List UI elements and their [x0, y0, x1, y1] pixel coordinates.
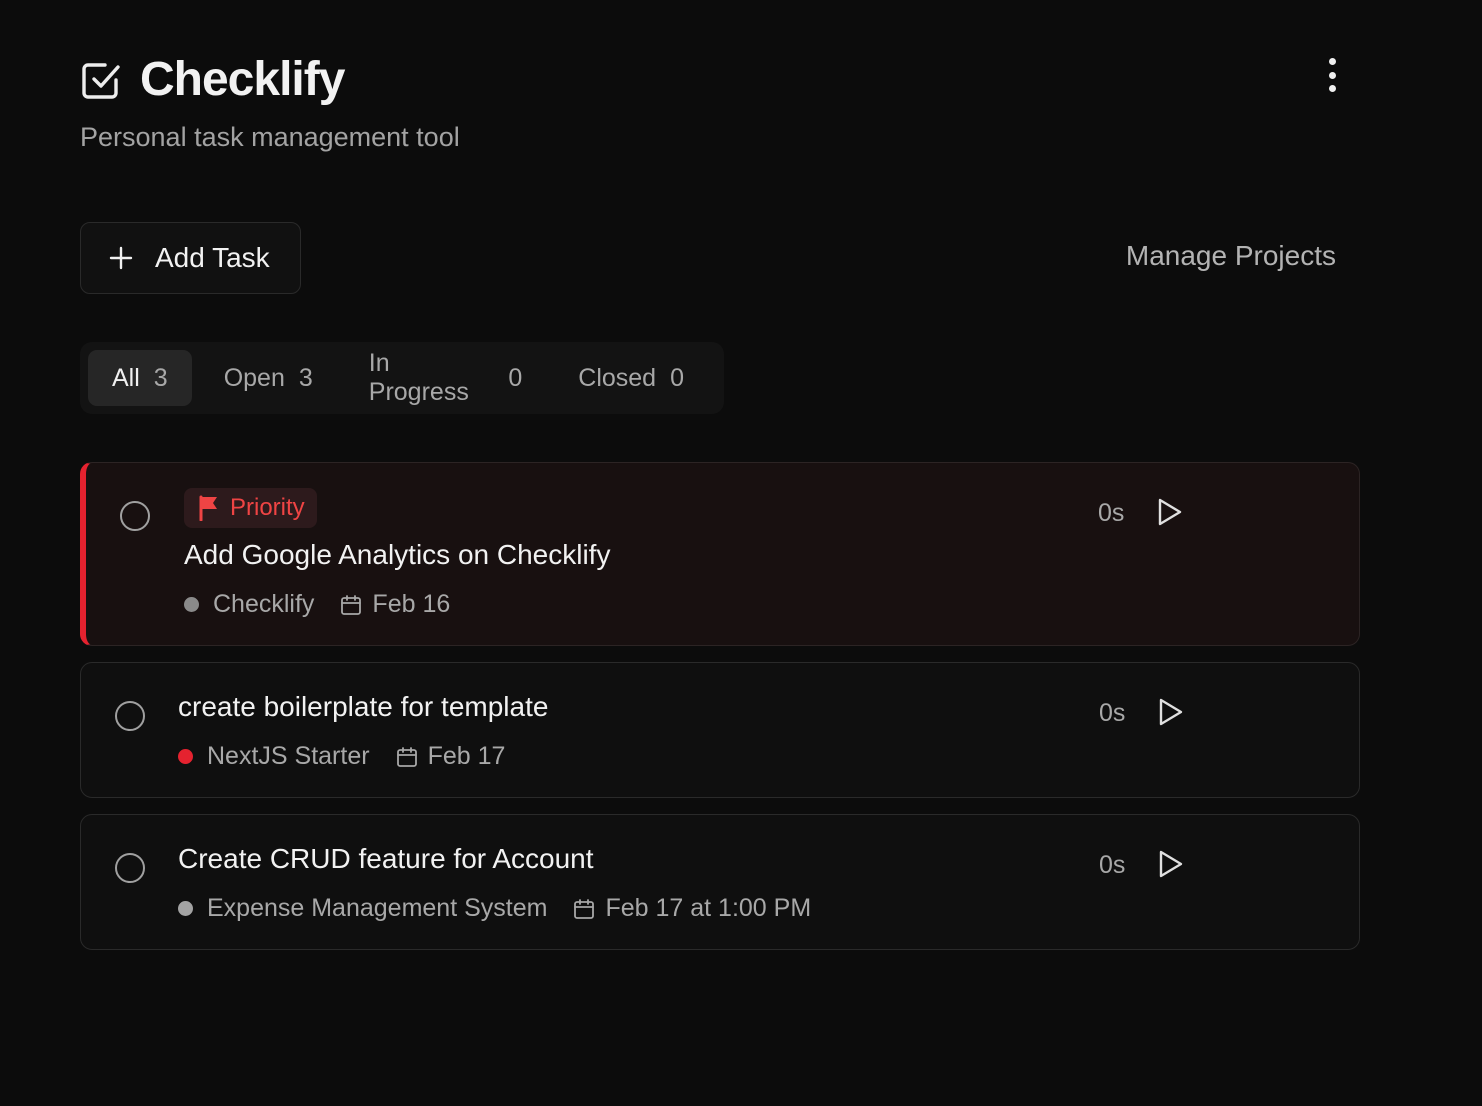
- calendar-icon: [396, 746, 417, 767]
- tab-all[interactable]: All 3: [88, 350, 192, 406]
- task-checkbox[interactable]: [120, 501, 150, 531]
- project-name: Expense Management System: [207, 894, 548, 922]
- more-vertical-icon[interactable]: [1316, 56, 1348, 94]
- priority-badge: Priority: [184, 488, 317, 528]
- due-date: Feb 17 at 1:00 PM: [605, 894, 812, 922]
- task-title[interactable]: Create CRUD feature for Account: [178, 843, 594, 875]
- project-color-dot: [184, 597, 199, 612]
- checkbox-square-icon: [80, 59, 122, 101]
- due-date: Feb 16: [372, 590, 451, 618]
- app-root: Checklify Personal task management tool …: [0, 0, 1482, 1106]
- app-header: Checklify: [80, 52, 345, 107]
- project-color-dot: [178, 901, 193, 916]
- task-title[interactable]: Add Google Analytics on Checklify: [184, 539, 610, 571]
- tab-label: In Progress: [368, 349, 469, 406]
- add-task-label: Add Task: [155, 242, 270, 273]
- task-checkbox[interactable]: [115, 853, 145, 883]
- tab-label: All: [112, 363, 140, 392]
- play-icon[interactable]: [1154, 497, 1184, 527]
- add-task-button[interactable]: Add Task: [80, 222, 301, 294]
- tab-in-progress[interactable]: In Progress 0: [345, 349, 546, 406]
- elapsed-time: 0s: [1098, 499, 1125, 527]
- play-icon[interactable]: [1155, 697, 1185, 727]
- calendar-icon: [341, 594, 362, 615]
- task-meta: NextJS Starter Feb 17: [178, 742, 505, 771]
- tab-open[interactable]: Open 3: [200, 350, 337, 406]
- task-checkbox[interactable]: [115, 701, 145, 731]
- task-title[interactable]: create boilerplate for template: [178, 691, 548, 723]
- elapsed-time: 0s: [1099, 699, 1126, 727]
- tab-closed[interactable]: Closed 0: [554, 350, 708, 406]
- project-color-dot: [178, 749, 193, 764]
- tab-count: 0: [508, 363, 523, 392]
- priority-label: Priority: [230, 494, 305, 521]
- task-meta: Checklify Feb 16: [184, 590, 450, 619]
- due-date: Feb 17: [427, 742, 506, 770]
- project-name: Checklify: [213, 590, 315, 618]
- task-card[interactable]: Create CRUD feature for Account Expense …: [80, 814, 1360, 950]
- plus-icon: [109, 246, 133, 270]
- tab-count: 3: [153, 363, 168, 392]
- app-title: Checklify: [140, 53, 345, 106]
- status-tabs: All 3 Open 3 In Progress 0 Closed 0: [80, 342, 724, 414]
- tab-label: Open: [223, 363, 285, 392]
- play-icon[interactable]: [1155, 849, 1185, 879]
- task-meta: Expense Management System Feb 17 at 1:00…: [178, 894, 811, 923]
- calendar-icon: [574, 898, 595, 919]
- task-card[interactable]: create boilerplate for template NextJS S…: [80, 662, 1360, 798]
- app-subtitle: Personal task management tool: [80, 122, 460, 152]
- manage-projects-link[interactable]: Manage Projects: [1126, 240, 1336, 272]
- project-name: NextJS Starter: [207, 742, 370, 770]
- task-card-priority[interactable]: Priority Add Google Analytics on Checkli…: [80, 462, 1360, 646]
- tab-count: 0: [670, 363, 684, 392]
- tab-count: 3: [298, 363, 313, 392]
- elapsed-time: 0s: [1099, 851, 1126, 879]
- flag-icon: [199, 495, 217, 521]
- tab-label: Closed: [578, 363, 657, 392]
